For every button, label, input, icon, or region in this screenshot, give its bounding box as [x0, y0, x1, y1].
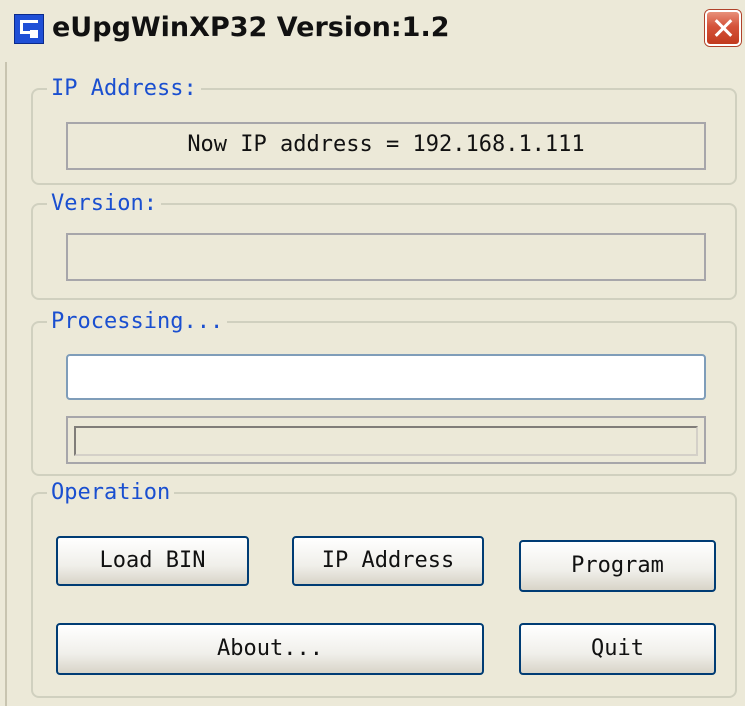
load-bin-button[interactable]: Load BIN [56, 536, 249, 586]
version-legend: Version: [51, 191, 157, 216]
app-icon [14, 14, 44, 44]
ip-address-readout: Now IP address = 192.168.1.111 [66, 122, 706, 170]
quit-button[interactable]: Quit [519, 623, 716, 675]
progress-track [74, 426, 698, 456]
close-icon[interactable] [705, 10, 741, 46]
title-bar[interactable]: eUpgWinXP32 Version:1.2 [0, 0, 745, 62]
about-button[interactable]: About... [56, 623, 484, 675]
ip-address-legend: IP Address: [51, 76, 197, 101]
processing-status-field[interactable] [66, 354, 706, 400]
window-title: eUpgWinXP32 Version:1.2 [52, 12, 450, 43]
program-button[interactable]: Program [519, 540, 716, 592]
window-border [5, 62, 7, 706]
progress-bar [66, 416, 706, 464]
version-readout [66, 233, 706, 281]
processing-legend: Processing... [51, 309, 224, 334]
operation-legend: Operation [51, 480, 171, 505]
ip-address-button[interactable]: IP Address [292, 536, 484, 586]
